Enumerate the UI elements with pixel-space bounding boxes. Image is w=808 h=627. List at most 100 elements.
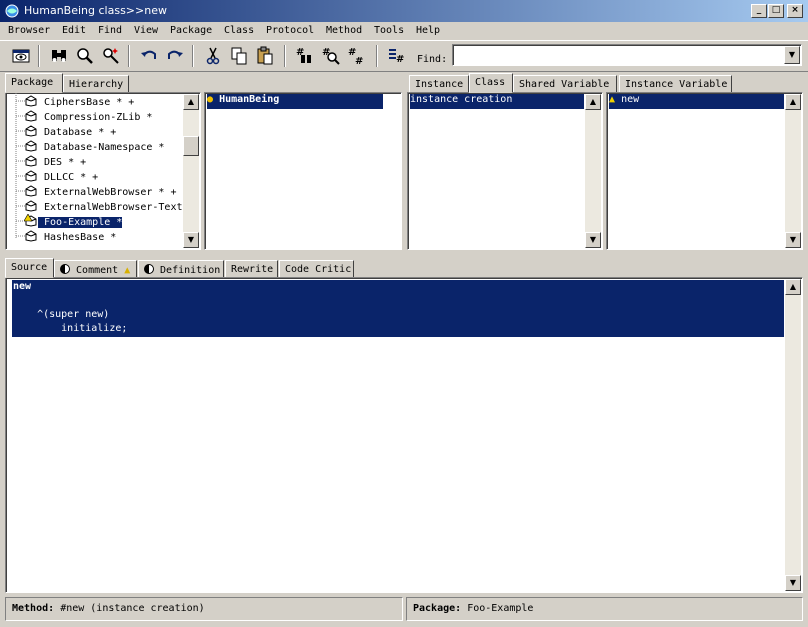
tab-rewrite[interactable]: Rewrite [225, 260, 278, 278]
undo-button[interactable] [138, 45, 160, 67]
package-item[interactable]: ExternalWebBrowser * + [24, 184, 176, 199]
menu-help[interactable]: Help [416, 25, 440, 36]
status-method-label: Method: [12, 603, 55, 614]
find-dropdown-button[interactable]: ▼ [784, 46, 800, 64]
package-item[interactable]: ExternalWebBrowser-Text [24, 199, 183, 214]
protocol-item[interactable]: instance creation [410, 94, 584, 109]
chevron-down-icon: ▼ [789, 235, 797, 244]
toolbar-separator [192, 45, 194, 67]
package-item-label: ExternalWebBrowser * + [38, 187, 177, 198]
minimize-icon: _ [756, 5, 762, 15]
paste-button[interactable] [254, 45, 276, 67]
scroll-up-button[interactable]: ▲ [785, 279, 801, 295]
tab-instance[interactable]: Instance [409, 75, 469, 93]
find-class-button[interactable] [48, 45, 70, 67]
tab-source[interactable]: Source [5, 258, 54, 278]
scroll-thumb[interactable] [183, 136, 199, 156]
tab-class[interactable]: Class [469, 73, 513, 93]
tab-shared-variable[interactable]: Shared Variable [513, 75, 617, 93]
minimize-button[interactable]: _ [751, 4, 767, 18]
method-list[interactable]: ▲ new ▲ ▼ [606, 92, 803, 250]
scroll-up-button[interactable]: ▲ [785, 94, 801, 110]
tab-hierarchy[interactable]: Hierarchy [63, 75, 129, 93]
tab-definition[interactable]: Definition [138, 260, 224, 278]
selection-highlight [12, 280, 784, 337]
package-scrollbar[interactable]: ▲ ▼ [183, 94, 199, 248]
menu-method[interactable]: Method [326, 25, 362, 36]
hash-magnifier-icon: # [322, 47, 340, 65]
maximize-icon: □ [771, 5, 781, 15]
scroll-up-button[interactable]: ▲ [183, 94, 199, 110]
tab-definition-label: Definition [160, 265, 221, 276]
tab-package[interactable]: Package [5, 73, 63, 93]
menu-bar: Browser Edit Find View Package Class Pro… [0, 22, 808, 40]
protocol-scrollbar[interactable]: ▲ ▼ [585, 94, 601, 248]
hash-find-button[interactable]: # [320, 45, 342, 67]
menu-find[interactable]: Find [98, 25, 122, 36]
source-editor[interactable]: new ^(super new) initialize; yourself ▲ … [5, 277, 803, 593]
menu-view[interactable]: View [134, 25, 158, 36]
title-bar[interactable]: HumanBeing class>>new _ □ × [0, 0, 808, 22]
cut-button[interactable] [202, 45, 224, 67]
tab-code-critic[interactable]: Code Critic [279, 260, 354, 278]
close-icon: × [791, 5, 799, 15]
protocol-list[interactable]: instance creation ▲ ▼ [407, 92, 603, 250]
toolbar-separator [38, 45, 40, 67]
menu-tools[interactable]: Tools [374, 25, 404, 36]
chevron-up-icon: ▲ [187, 97, 195, 106]
chevron-down-icon: ▼ [789, 578, 797, 587]
package-item[interactable]: Database * + [24, 124, 116, 139]
scroll-down-button[interactable]: ▼ [183, 232, 199, 248]
method-item[interactable]: ▲ new [609, 94, 784, 109]
package-item[interactable]: HashesBase * [24, 229, 116, 244]
wand-magnifier-icon [103, 48, 119, 64]
hash-binoculars-icon: # [296, 47, 311, 63]
menu-class[interactable]: Class [224, 25, 254, 36]
close-button[interactable]: × [787, 4, 803, 18]
scroll-down-button[interactable]: ▼ [585, 232, 601, 248]
chevron-up-icon: ▲ [789, 282, 797, 291]
method-scrollbar[interactable]: ▲ ▼ [785, 94, 801, 248]
package-item[interactable]: Database-Namespace * [24, 139, 164, 154]
redo-button[interactable] [164, 45, 186, 67]
tab-comment[interactable]: Comment ▲ [54, 260, 137, 278]
class-icon: ● [207, 94, 214, 105]
menu-browser[interactable]: Browser [8, 25, 50, 36]
class-list[interactable]: ● HumanBeing [204, 92, 402, 250]
svg-text:#: # [355, 56, 363, 67]
menu-package[interactable]: Package [170, 25, 212, 36]
package-list[interactable]: CiphersBase * + Compression-ZLib * Datab… [5, 92, 201, 250]
scroll-down-button[interactable]: ▼ [785, 575, 801, 591]
class-item[interactable]: ● HumanBeing [207, 94, 383, 109]
menu-protocol[interactable]: Protocol [266, 25, 314, 36]
redo-icon [168, 50, 183, 59]
package-item-label: Compression-ZLib * [38, 112, 153, 123]
hash-references-button[interactable]: # # [346, 45, 368, 67]
package-item[interactable]: CiphersBase * + [24, 94, 134, 109]
status-package-label: Package: [413, 603, 462, 614]
maximize-button[interactable]: □ [768, 4, 784, 18]
package-icon [25, 200, 37, 212]
list-hash-button[interactable]: # [386, 45, 408, 67]
tab-instance-variable[interactable]: Instance Variable [619, 75, 732, 93]
find-field[interactable]: ▼ [452, 44, 802, 66]
package-item[interactable]: DES * + [24, 154, 86, 169]
hash-search-button[interactable]: # [294, 45, 316, 67]
scroll-up-button[interactable]: ▲ [585, 94, 601, 110]
source-line: yourself [13, 337, 110, 348]
senders-button[interactable] [100, 45, 122, 67]
app-icon [5, 4, 19, 18]
package-icon [25, 140, 37, 152]
package-item-label: Foo-Example * [38, 217, 123, 228]
find-method-button[interactable] [74, 45, 96, 67]
package-icon [25, 185, 37, 197]
copy-button[interactable] [228, 45, 250, 67]
package-item[interactable]: Compression-ZLib * [24, 109, 152, 124]
source-scrollbar[interactable]: ▲ ▼ [785, 279, 801, 591]
warning-icon: ▲ [124, 265, 131, 276]
menu-edit[interactable]: Edit [62, 25, 86, 36]
package-item[interactable]: Foo-Example * [23, 213, 123, 229]
package-item[interactable]: DLLCC * + [24, 169, 98, 184]
browser-button[interactable] [10, 45, 32, 67]
scroll-down-button[interactable]: ▼ [785, 232, 801, 248]
